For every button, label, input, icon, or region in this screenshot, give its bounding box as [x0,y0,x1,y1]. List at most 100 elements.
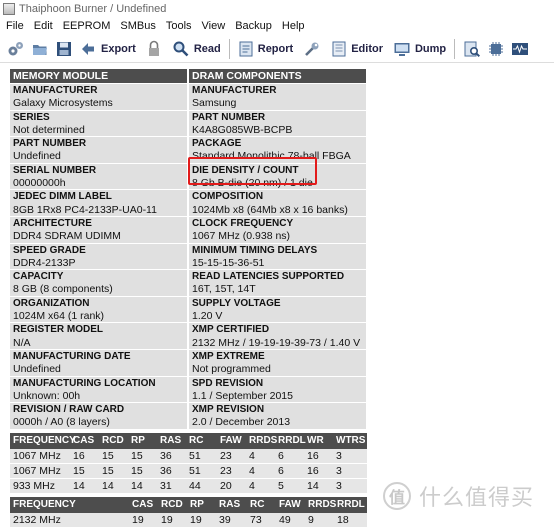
menu-smbus[interactable]: SMBus [115,20,160,32]
memory-module-header: MEMORY MODULE [10,69,189,84]
timing-header: RC [247,496,276,513]
timing-header: FAW [217,432,246,449]
menu-backup[interactable]: Backup [230,20,277,32]
info-cell: MANUFACTURER Galaxy Microsystems [10,83,189,111]
menu-bar: File Edit EEPROM SMBus Tools View Backup… [0,17,554,34]
scan-button[interactable] [460,37,484,61]
editor-icon [332,41,346,56]
timing-cell: 14 [70,478,99,494]
timing-cell: 4 [246,478,275,494]
info-key: MANUFACTURER [13,85,98,96]
timing-cell: 933 MHz [10,478,70,494]
info-value: Standard Monolithic 78-ball FBGA [192,150,351,163]
menu-file[interactable]: File [0,20,29,32]
jedec-timing-table: FREQUENCY CAS RCD RP RAS RC FAW RRDS RRD… [10,432,367,494]
export-button[interactable]: Export [76,37,139,61]
timing-header: RAS [216,496,247,513]
info-cell: MANUFACTURING LOCATION Unknown: 00h [10,376,189,404]
timing-cell: 1067 MHz [10,448,70,464]
info-value: 1024Mb x8 (64Mb x8 x 16 banks) [192,203,348,216]
info-value: DDR4-2133P [13,256,76,269]
settings-button[interactable] [4,37,28,61]
report-button[interactable]: Report [235,37,296,61]
menu-help[interactable]: Help [277,20,310,32]
info-value: 00000000h [13,177,66,190]
monitor-icon [394,42,410,56]
info-value: 1.1 / September 2015 [192,389,293,402]
report-label: Report [257,42,294,55]
info-value: 2132 MHz / 19-19-19-39-73 / 1.40 V [192,336,361,349]
info-cell: REVISION / RAW CARD 0000h / A0 (8 layers) [10,402,189,430]
timing-header: FREQUENCY [10,432,76,449]
timing-cell: 4 [246,448,275,464]
timing-cell: 15 [99,463,128,479]
info-value: 15-15-15-36-51 [192,256,265,269]
chip-button[interactable] [484,37,508,61]
chip-icon [489,41,504,56]
info-value: 8 Gb B-die (20 nm) / 1 die [192,177,313,190]
timing-cell: 20 [217,478,246,494]
waveform-button[interactable] [508,37,532,61]
timing-cell: 14 [128,478,157,494]
lock-button[interactable] [143,37,165,61]
info-cell: REGISTER MODEL N/A [10,322,189,350]
info-cell: CLOCK FREQUENCY 1067 MHz (0.938 ns) [188,216,368,244]
menu-view[interactable]: View [197,20,231,32]
info-value: 8 GB (8 components) [13,283,113,296]
app-icon [3,2,15,15]
menu-edit[interactable]: Edit [29,20,58,32]
menu-tools[interactable]: Tools [161,20,197,32]
editor-button[interactable]: Editor [328,37,386,61]
table-row: 1067 MHz 15 15 15 36 51 23 4 6 16 3 [10,463,367,479]
scan-icon [464,41,481,57]
waveform-icon [512,42,529,55]
timing-header: WR [304,432,333,449]
info-value: 0000h / A0 (8 layers) [13,416,110,429]
open-button[interactable] [28,37,52,61]
info-value: Unknown: 00h [13,389,81,402]
info-key: REVISION / RAW CARD [13,404,125,416]
timing-header: RCD [99,432,128,449]
timing-header: FAW [276,496,305,513]
save-button[interactable] [52,37,76,61]
info-value: 1.20 V [192,310,223,323]
report-icon [239,41,253,56]
timing-cell: 15 [128,448,157,464]
gears-icon [8,41,23,55]
info-key: PART NUMBER [192,111,266,123]
timing-header: RP [187,496,216,513]
wrench-icon [305,42,319,56]
window-title: Thaiphoon Burner / Undefined [19,2,167,15]
info-key: XMP EXTREME [192,350,265,362]
dump-label: Dump [414,42,447,55]
dump-button[interactable]: Dump [390,37,449,61]
timing-cell: 16 [70,448,99,464]
info-value: Not determined [13,123,85,136]
info-key: ARCHITECTURE [13,217,92,229]
info-key: MINIMUM TIMING DELAYS [192,244,318,256]
read-button[interactable]: Read [169,37,224,61]
tools-button[interactable] [300,37,324,61]
folder-icon [33,44,47,55]
info-value: Undefined [13,363,61,376]
timing-cell: 51 [186,463,217,479]
timing-header: RAS [157,432,186,449]
table-row: 933 MHz 14 14 14 31 44 20 4 5 14 3 [10,478,367,494]
spd-info-panel: MEMORY MODULE DRAM COMPONENTS MANUFACTUR… [10,69,368,528]
timing-cell: 16 [304,463,333,479]
magnifier-icon [173,41,189,56]
info-key: READ LATENCIES SUPPORTED [192,271,345,283]
timing-cell: 3 [333,448,367,464]
info-key: XMP REVISION [192,404,265,416]
timing-header: RRDS [305,496,336,513]
info-key: XMP CERTIFIED [192,324,270,336]
info-cell: SPEED GRADE DDR4-2133P [10,243,189,271]
menu-eeprom[interactable]: EEPROM [58,20,116,32]
timing-cell: 31 [157,478,186,494]
info-key: SPEED GRADE [13,244,86,256]
toolbar-divider [454,38,456,59]
timing-cell: 14 [99,478,128,494]
timing-cell: 15 [128,463,157,479]
info-cell: JEDEC DIMM LABEL 8GB 1Rx8 PC4-2133P-UA0-1… [10,189,189,217]
info-cell: DIE DENSITY / COUNT 8 Gb B-die (20 nm) / … [188,163,368,191]
